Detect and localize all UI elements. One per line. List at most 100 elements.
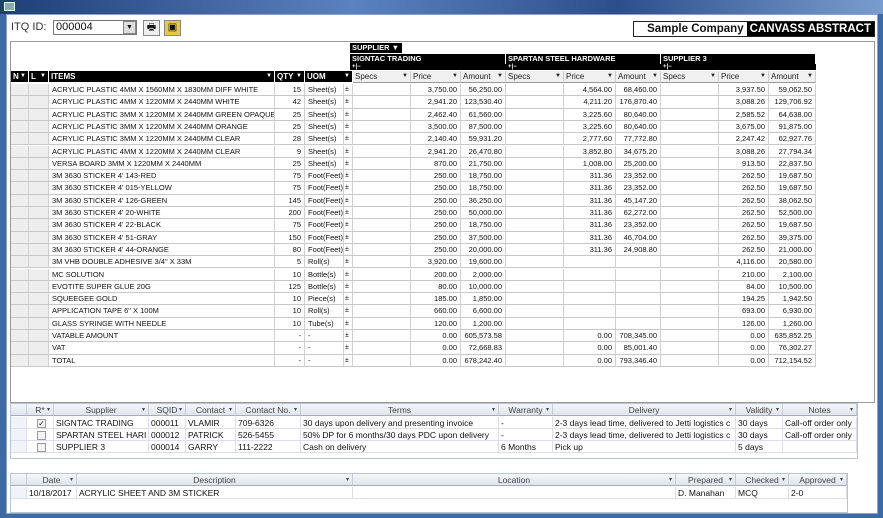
supplier-cell-1[interactable]: 000011 <box>149 417 186 429</box>
row-selector[interactable] <box>11 108 29 121</box>
row-selector[interactable] <box>11 280 29 294</box>
row-selector[interactable] <box>11 441 27 453</box>
specs-cell[interactable] <box>661 293 719 306</box>
spin-button[interactable]: ± <box>344 293 353 306</box>
price-cell[interactable]: 126.00 <box>719 317 769 330</box>
specs-cell[interactable] <box>661 317 719 330</box>
chevron-down-icon[interactable]: ▾ <box>229 404 232 415</box>
price-cell[interactable]: 120.00 <box>411 317 461 330</box>
supplier-cell-7[interactable]: 30 days <box>736 417 783 429</box>
info-cell-5[interactable]: 2-0 <box>789 487 847 499</box>
specs-cell[interactable] <box>661 268 719 281</box>
supplier-cell-4[interactable]: 30 days upon delivery and presenting inv… <box>301 417 499 429</box>
row-selector[interactable] <box>11 429 27 441</box>
chevron-down-icon[interactable]: ▾ <box>546 404 549 415</box>
price-cell[interactable]: 262.50 <box>719 194 769 207</box>
chevron-down-icon[interactable]: ▾ <box>346 474 349 485</box>
chevron-down-icon[interactable]: ▼ <box>344 71 350 82</box>
specs-cell[interactable] <box>353 219 411 232</box>
specs-cell[interactable] <box>506 157 564 171</box>
specs-cell[interactable] <box>353 280 411 294</box>
row-selector[interactable] <box>11 194 29 207</box>
supplier-cell-5[interactable]: - <box>499 429 553 441</box>
specs-cell[interactable] <box>353 317 411 330</box>
specs-cell[interactable] <box>506 108 564 121</box>
chevron-down-icon[interactable]: ▾ <box>850 404 853 415</box>
price-cell[interactable] <box>564 256 616 269</box>
specs-cell[interactable] <box>353 256 411 269</box>
amount-column-header[interactable]: Amount ▼ <box>769 71 816 83</box>
column-header-8[interactable]: Validity ▾ <box>736 404 783 416</box>
specs-cell[interactable] <box>353 231 411 244</box>
column-header-9[interactable]: Notes ▾ <box>783 404 857 416</box>
info-cell-4[interactable]: MCQ <box>736 487 789 499</box>
amount-column-header[interactable]: Amount ▼ <box>616 71 661 83</box>
price-cell[interactable]: 194.25 <box>719 293 769 306</box>
specs-cell[interactable] <box>661 194 719 207</box>
price-cell[interactable]: 0.00 <box>719 354 769 367</box>
supplier-cell-1[interactable]: 000012 <box>149 429 186 441</box>
supplier-cell-7[interactable]: 30 days <box>736 429 783 441</box>
column-header-0[interactable]: Date ▾ <box>27 474 77 486</box>
price-cell[interactable]: 250.00 <box>411 231 461 244</box>
supplier-cell-3[interactable]: 709-6326 <box>236 417 301 429</box>
spin-button[interactable]: ± <box>344 243 353 257</box>
save-icon[interactable]: ▣ <box>164 20 181 36</box>
chevron-down-icon[interactable]: ▾ <box>492 404 495 415</box>
specs-cell[interactable] <box>506 207 564 220</box>
supplier-cell-4[interactable]: Cash on delivery <box>301 441 499 453</box>
row-selector[interactable] <box>11 305 29 318</box>
supplier-cell-4[interactable]: 50% DP for 6 months/30 days PDC upon del… <box>301 429 499 441</box>
row-selector[interactable] <box>11 182 29 195</box>
spin-button[interactable]: ± <box>344 96 353 109</box>
column-header-3[interactable]: Prepared ▾ <box>676 474 736 486</box>
chevron-down-icon[interactable]: ▼ <box>760 71 766 82</box>
specs-cell[interactable] <box>353 354 411 367</box>
chevron-down-icon[interactable]: ▾ <box>179 404 182 415</box>
chevron-down-icon[interactable]: ▾ <box>840 474 843 485</box>
row-selector[interactable] <box>11 231 29 244</box>
uom-column-header[interactable]: UOM ▼ <box>305 71 353 82</box>
specs-cell[interactable] <box>353 84 411 97</box>
spin-button[interactable]: ± <box>344 194 353 207</box>
specs-cell[interactable] <box>506 330 564 343</box>
row-selector[interactable] <box>11 354 29 367</box>
supplier-filter[interactable]: SUPPLIER ▼ <box>350 43 402 53</box>
supplier-cell-6[interactable]: 2-3 days lead time, delivered to Jetti l… <box>553 429 736 441</box>
price-cell[interactable]: 3,750.00 <box>411 84 461 97</box>
specs-cell[interactable] <box>353 330 411 343</box>
column-header-4[interactable]: Contact No. ▾ <box>236 404 301 416</box>
chevron-down-icon[interactable]: ▾ <box>776 404 779 415</box>
price-cell[interactable] <box>564 317 616 330</box>
supplier-cell-6[interactable]: Pick up <box>553 441 736 453</box>
specs-cell[interactable] <box>506 305 564 318</box>
specs-cell[interactable] <box>353 96 411 109</box>
info-cell-0[interactable]: 10/18/2017 <box>27 487 77 499</box>
price-cell[interactable]: 250.00 <box>411 207 461 220</box>
specs-cell[interactable] <box>506 219 564 232</box>
spin-button[interactable]: ± <box>344 305 353 318</box>
row-selector[interactable] <box>11 219 29 232</box>
recommended-checkbox[interactable] <box>37 443 46 452</box>
specs-cell[interactable] <box>661 243 719 257</box>
price-cell[interactable] <box>564 293 616 306</box>
row-selector[interactable] <box>11 256 29 269</box>
price-cell[interactable]: 3,088.26 <box>719 96 769 109</box>
chevron-down-icon[interactable]: ▾ <box>729 404 732 415</box>
price-cell[interactable]: 1,008.00 <box>564 157 616 171</box>
specs-cell[interactable] <box>506 170 564 183</box>
price-cell[interactable] <box>564 280 616 294</box>
specs-cell[interactable] <box>506 84 564 97</box>
chevron-down-icon[interactable]: ▾ <box>669 474 672 485</box>
column-header-1[interactable]: Supplier ▾ <box>54 404 149 416</box>
column-header-1[interactable]: Description ▾ <box>77 474 353 486</box>
specs-cell[interactable] <box>353 170 411 183</box>
price-cell[interactable]: 185.00 <box>411 293 461 306</box>
specs-cell[interactable] <box>353 120 411 134</box>
price-cell[interactable]: 262.50 <box>719 219 769 232</box>
supplier-cell-5[interactable]: - <box>499 417 553 429</box>
price-cell[interactable]: 0.00 <box>719 342 769 355</box>
specs-cell[interactable] <box>506 194 564 207</box>
price-cell[interactable]: 2,247.42 <box>719 133 769 146</box>
chevron-down-icon[interactable]: ▼ <box>40 71 46 82</box>
